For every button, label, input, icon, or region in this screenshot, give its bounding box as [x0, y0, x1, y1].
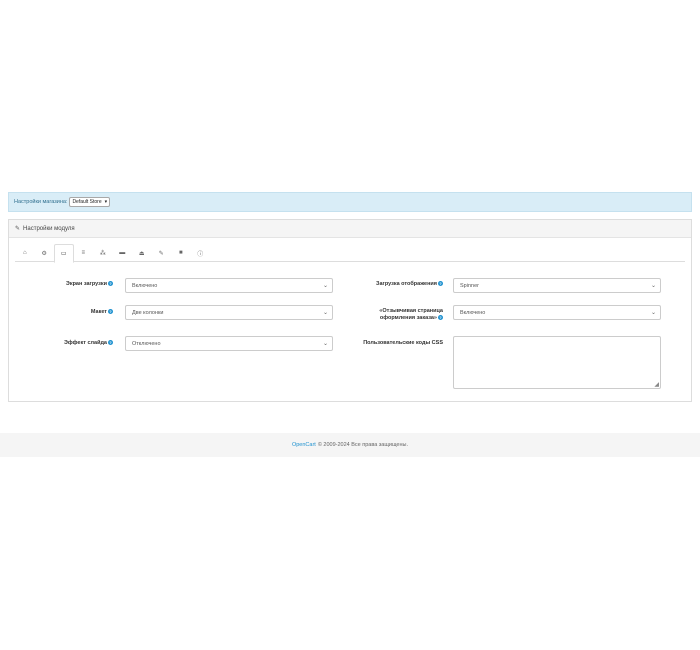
chevron-down-icon: ⌄ — [650, 283, 656, 289]
bank-icon: ⏏ — [138, 250, 145, 257]
custom-css-textarea[interactable]: ◢ — [453, 336, 661, 389]
store-select[interactable]: Default Store ▾ — [69, 197, 111, 207]
gear-icon: ⚙ — [41, 250, 47, 257]
chevron-down-icon: ⌄ — [650, 310, 656, 316]
chevron-down-icon: ⌄ — [322, 341, 328, 347]
footer: OpenCart © 2009-2024 Все права защищены. — [0, 433, 700, 457]
tab-edit[interactable]: ✎ — [152, 244, 172, 262]
tab-shipping[interactable]: ■ — [171, 244, 191, 262]
layout-label: Макет? — [90, 309, 113, 315]
home-icon: ⌂ — [22, 250, 27, 256]
desktop-icon: ▭ — [60, 251, 67, 257]
help-icon: ? — [438, 281, 443, 287]
chevron-down-icon: ▾ — [104, 199, 108, 205]
help-icon: ? — [438, 315, 443, 321]
store-label: Настройки магазина: — [14, 199, 68, 205]
help-icon: ? — [108, 281, 113, 287]
list-icon: ≡ — [81, 250, 85, 256]
responsive-checkout-label: «Отзывчивая страница оформления заказа»? — [379, 308, 443, 321]
copyright-text: © 2009-2024 Все права защищены. — [317, 442, 409, 448]
credit-card-icon: ▬ — [119, 250, 126, 256]
tab-list[interactable]: ≡ — [74, 244, 94, 262]
loading-screen-select[interactable]: Включено ⌄ — [125, 278, 333, 293]
store-select-value: Default Store — [72, 199, 102, 205]
tab-info[interactable]: ⓘ — [191, 244, 211, 262]
panel-heading: ✎ Настройки модуля — [9, 220, 691, 238]
layout-select[interactable]: Две колонки ⌄ — [125, 305, 333, 320]
store-bar: Настройки магазина: Default Store ▾ — [8, 192, 692, 212]
slide-effect-select[interactable]: Отключено ⌄ — [125, 336, 333, 351]
help-icon: ? — [108, 340, 113, 346]
tab-home[interactable]: ⌂ — [15, 244, 35, 262]
tab-payment[interactable]: ▬ — [113, 244, 133, 262]
tab-bank[interactable]: ⏏ — [132, 244, 152, 262]
tab-settings[interactable]: ⚙ — [35, 244, 55, 262]
settings-tabs: ⌂ ⚙ ▭ ≡ ⁂ ▬ ⏏ ✎ ■ ⓘ — [15, 244, 685, 263]
resize-grip-icon[interactable]: ◢ — [654, 381, 659, 388]
truck-icon: ■ — [178, 250, 183, 256]
display-loading-select[interactable]: Spinner ⌄ — [453, 278, 661, 293]
pencil-icon: ✎ — [15, 226, 21, 232]
module-settings-panel: ✎ Настройки модуля ⌂ ⚙ ▭ ≡ ⁂ ▬ ⏏ ✎ ■ ⓘ Э… — [8, 219, 692, 402]
custom-css-label: Пользовательские коды CSS — [363, 340, 443, 346]
panel-title: Настройки модуля — [23, 225, 75, 232]
info-icon: ⓘ — [197, 251, 204, 258]
edit-icon: ✎ — [158, 250, 164, 257]
sitemap-icon: ⁂ — [99, 250, 106, 257]
loading-screen-label: Экран загрузки? — [65, 281, 113, 287]
opencart-link[interactable]: OpenCart — [292, 442, 316, 448]
chevron-down-icon: ⌄ — [322, 310, 328, 316]
slide-effect-label: Эффект слайда? — [63, 340, 113, 346]
tab-structure[interactable]: ⁂ — [93, 244, 113, 262]
display-loading-label: Загрузка отображения? — [376, 281, 443, 287]
help-icon: ? — [108, 309, 113, 315]
responsive-checkout-select[interactable]: Включено ⌄ — [453, 305, 661, 320]
chevron-down-icon: ⌄ — [322, 283, 328, 289]
tab-display[interactable]: ▭ — [54, 244, 74, 263]
